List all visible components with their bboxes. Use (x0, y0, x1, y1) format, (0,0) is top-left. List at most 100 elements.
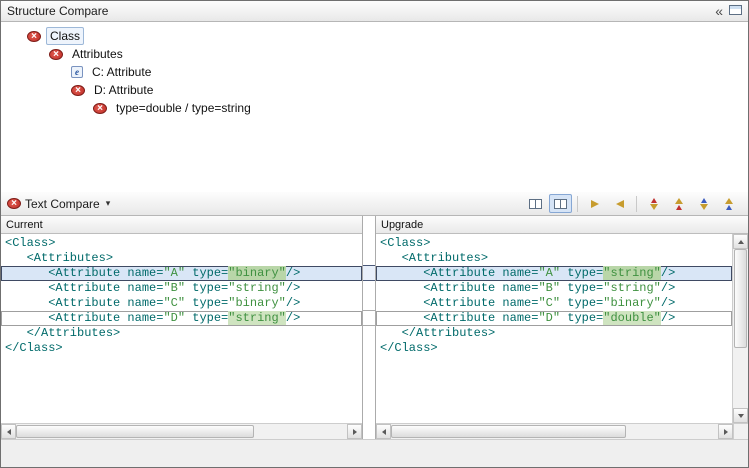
text-compare-header: Text Compare ▾ (1, 192, 748, 216)
diff-connector (363, 310, 375, 311)
code-segment: /> (661, 296, 675, 310)
code-line[interactable]: <Class> (1, 236, 362, 251)
code-segment: <Attributes> (380, 251, 488, 265)
tree-item[interactable]: Attributes (1, 45, 748, 63)
code-segment: "string" (603, 281, 661, 295)
previous-change-icon[interactable] (717, 194, 740, 213)
diff-connector (363, 280, 375, 281)
left-hscroll-thumb[interactable] (16, 425, 254, 438)
diff-connector (363, 325, 375, 326)
previous-difference-icon[interactable] (667, 194, 690, 213)
scroll-up-button[interactable] (733, 234, 748, 249)
diff-connector-gutter (363, 216, 375, 439)
text-compare-title: Text Compare (25, 197, 100, 211)
code-line[interactable]: <Attributes> (1, 251, 362, 266)
bottom-filler (1, 439, 748, 467)
code-line[interactable]: <Attribute name="A" type="binary"/> (1, 266, 362, 281)
code-line[interactable]: <Attribute name="B" type="string"/> (376, 281, 732, 296)
left-pane-header: Current (1, 216, 362, 234)
code-segment: </Class> (380, 341, 438, 355)
code-segment: type= (185, 266, 228, 280)
code-line[interactable]: </Attributes> (1, 326, 362, 341)
code-segment: /> (286, 281, 300, 295)
left-horizontal-scrollbar[interactable] (1, 423, 362, 439)
left-code-area[interactable]: <Class> <Attributes> <Attribute name="A"… (1, 234, 362, 423)
code-segment: </Attributes> (5, 326, 120, 340)
diff-connector (363, 265, 375, 266)
left-pane-middle: <Class> <Attributes> <Attribute name="A"… (1, 234, 362, 423)
code-segment: <Class> (5, 236, 55, 250)
tree-item[interactable]: type=double / type=string (1, 99, 748, 117)
code-segment: <Attribute name= (5, 281, 163, 295)
code-segment: /> (661, 281, 675, 295)
tree-item-label: C: Attribute (88, 63, 155, 81)
left-hscroll-track[interactable] (16, 424, 347, 439)
change-icon (49, 49, 63, 60)
code-segment: "A" (538, 266, 560, 280)
code-segment: "string" (603, 266, 661, 280)
code-line[interactable]: </Class> (376, 341, 732, 356)
pane-glyph-icon (729, 5, 742, 15)
code-segment: type= (560, 266, 603, 280)
copy-right-to-left-icon[interactable] (608, 194, 631, 213)
vscroll-track[interactable] (733, 249, 748, 408)
collapse-chevrons-icon[interactable]: « (715, 4, 723, 18)
structure-compare-header: Structure Compare « (1, 1, 748, 22)
tree-item[interactable]: Class (1, 27, 748, 45)
code-segment: type= (560, 281, 603, 295)
code-segment: type= (560, 311, 603, 325)
code-line[interactable]: <Attribute name="A" type="string"/> (376, 266, 732, 281)
tree-item[interactable]: D: Attribute (1, 81, 748, 99)
tree-item[interactable]: C: Attribute (1, 63, 748, 81)
next-change-icon[interactable] (692, 194, 715, 213)
right-code-area[interactable]: <Class> <Attributes> <Attribute name="A"… (376, 234, 732, 423)
code-segment: <Attribute name= (380, 266, 538, 280)
tree-item-label: Class (46, 27, 84, 45)
copy-left-to-right-icon[interactable] (583, 194, 606, 213)
code-line[interactable]: </Attributes> (376, 326, 732, 341)
code-line[interactable]: <Class> (376, 236, 732, 251)
restore-pane-icon[interactable] (729, 4, 742, 18)
code-line[interactable]: <Attribute name="D" type="double"/> (376, 311, 732, 326)
scrollbar-corner (733, 424, 748, 439)
scroll-left-button[interactable] (1, 424, 16, 439)
right-hscroll-track[interactable] (391, 424, 718, 439)
code-segment: </Attributes> (380, 326, 495, 340)
code-segment: "B" (163, 281, 185, 295)
structure-compare-tree: ClassAttributesC: AttributeD: Attributet… (1, 22, 748, 192)
vscroll-thumb[interactable] (734, 249, 747, 348)
structure-compare-title: Structure Compare (7, 4, 108, 18)
arrow-up-icon (738, 240, 744, 244)
toolbar-separator (636, 196, 637, 212)
next-difference-icon[interactable] (642, 194, 665, 213)
two-pane-view-icon[interactable] (524, 194, 547, 213)
code-line[interactable]: <Attribute name="C" type="binary"/> (1, 296, 362, 311)
compare-editor: Structure Compare « ClassAttributesC: At… (0, 0, 749, 468)
code-line[interactable]: <Attribute name="D" type="string"/> (1, 311, 362, 326)
right-pane: Upgrade <Class> <Attributes> <Attribute … (375, 216, 748, 439)
code-segment: "binary" (603, 296, 661, 310)
code-line[interactable]: <Attribute name="B" type="string"/> (1, 281, 362, 296)
code-line[interactable]: <Attributes> (376, 251, 732, 266)
code-line[interactable]: </Class> (1, 341, 362, 356)
scroll-left-button[interactable] (376, 424, 391, 439)
vertical-scrollbar[interactable] (732, 234, 748, 423)
code-segment: <Attribute name= (380, 281, 538, 295)
right-horizontal-scrollbar[interactable] (376, 423, 748, 439)
scroll-right-button[interactable] (718, 424, 733, 439)
change-icon (71, 85, 85, 96)
scroll-down-button[interactable] (733, 408, 748, 423)
arrow-left-icon (382, 429, 386, 435)
right-hscroll-thumb[interactable] (391, 425, 626, 438)
selected-diff-band (363, 266, 375, 280)
text-compare-menu-chevron-icon[interactable]: ▾ (106, 198, 111, 209)
code-segment: "double" (603, 311, 661, 325)
scroll-right-button[interactable] (347, 424, 362, 439)
change-icon (93, 103, 107, 114)
arrow-left-icon (7, 429, 11, 435)
left-pane: Current <Class> <Attributes> <Attribute … (1, 216, 363, 439)
synchronized-scrolling-icon[interactable] (549, 194, 572, 213)
text-compare-body: Current <Class> <Attributes> <Attribute … (1, 216, 748, 439)
code-segment: /> (661, 311, 675, 325)
code-line[interactable]: <Attribute name="C" type="binary"/> (376, 296, 732, 311)
